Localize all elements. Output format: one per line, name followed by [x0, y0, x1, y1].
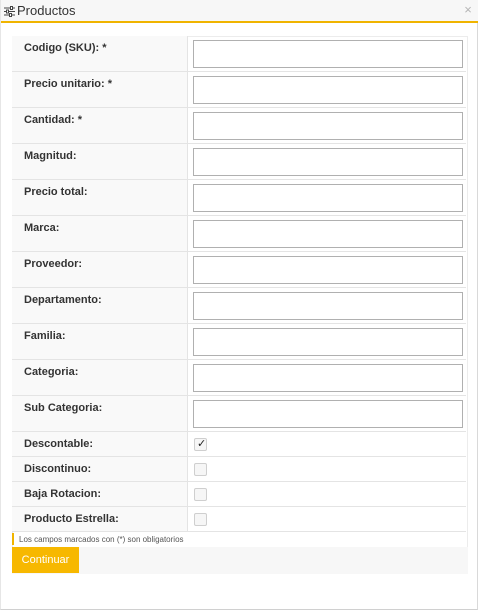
- label-cell: Magnitud:: [12, 144, 188, 179]
- label-cell: Descontable:: [12, 432, 188, 456]
- checkbox-label: Baja Rotacion:: [24, 488, 102, 500]
- label-cell: Precio total:: [12, 180, 188, 215]
- form-row: Familia:: [12, 324, 466, 360]
- field-label: Departamento:: [24, 294, 102, 306]
- text-field[interactable]: [193, 112, 463, 140]
- label-cell: Familia:: [12, 324, 188, 359]
- form-row: Precio total:: [12, 180, 466, 216]
- field-label: Proveedor:: [24, 258, 83, 270]
- field-label: Cantidad: *: [24, 114, 83, 126]
- continue-button[interactable]: Continuar: [12, 547, 79, 573]
- sliders-icon: [4, 6, 15, 17]
- form-row: Codigo (SKU): *: [12, 36, 466, 72]
- field-label: Codigo (SKU): *: [24, 42, 107, 54]
- label-cell: Producto Estrella:: [12, 507, 188, 531]
- checkbox[interactable]: [194, 463, 207, 476]
- text-field[interactable]: [193, 292, 463, 320]
- text-field[interactable]: [193, 40, 463, 68]
- label-cell: Codigo (SKU): *: [12, 36, 188, 71]
- form-row: Magnitud:: [12, 144, 466, 180]
- field-label: Magnitud:: [24, 150, 77, 162]
- form-row: Precio unitario: *: [12, 72, 466, 108]
- form-row: Marca:: [12, 216, 466, 252]
- form-row: Departamento:: [12, 288, 466, 324]
- label-cell: Cantidad: *: [12, 108, 188, 143]
- text-field[interactable]: [193, 400, 463, 428]
- text-field[interactable]: [193, 184, 463, 212]
- dialog-titlebar: Productos ×: [1, 0, 478, 23]
- checkbox-row: Discontinuo:: [12, 457, 466, 482]
- form-row: Cantidad: *: [12, 108, 466, 144]
- label-cell: Categoria:: [12, 360, 188, 395]
- text-field[interactable]: [193, 328, 463, 356]
- form-row: Sub Categoria:: [12, 396, 466, 432]
- checkbox-label: Discontinuo:: [24, 463, 92, 475]
- checkbox-row: Producto Estrella:: [12, 507, 466, 532]
- label-cell: Marca:: [12, 216, 188, 251]
- text-field[interactable]: [193, 364, 463, 392]
- note-marker: [12, 533, 14, 545]
- checkbox[interactable]: [194, 488, 207, 501]
- button-bar: [12, 547, 468, 574]
- productos-dialog: Productos × Codigo (SKU): * Precio unitar…: [0, 0, 478, 610]
- label-cell: Proveedor:: [12, 252, 188, 287]
- dialog-title: Productos: [17, 3, 76, 18]
- field-label: Sub Categoria:: [24, 402, 103, 414]
- checkbox[interactable]: [194, 513, 207, 526]
- text-field[interactable]: [193, 76, 463, 104]
- field-label: Precio unitario: *: [24, 78, 113, 90]
- text-field[interactable]: [193, 220, 463, 248]
- label-cell: Sub Categoria:: [12, 396, 188, 431]
- text-field[interactable]: [193, 256, 463, 284]
- checkbox-row: Descontable: ✓: [12, 432, 466, 457]
- field-label: Precio total:: [24, 186, 88, 198]
- checkbox-label: Producto Estrella:: [24, 513, 119, 525]
- label-cell: Departamento:: [12, 288, 188, 323]
- text-field[interactable]: [193, 148, 463, 176]
- label-cell: Precio unitario: *: [12, 72, 188, 107]
- field-label: Categoria:: [24, 366, 79, 378]
- field-label: Marca:: [24, 222, 60, 234]
- form-row: Proveedor:: [12, 252, 466, 288]
- close-icon[interactable]: ×: [462, 3, 474, 17]
- checkmark-icon: ✓: [197, 438, 207, 450]
- form-row: Categoria:: [12, 360, 466, 396]
- label-cell: Discontinuo:: [12, 457, 188, 481]
- field-label: Familia:: [24, 330, 66, 342]
- required-note: Los campos marcados con (*) son obligato…: [19, 535, 184, 544]
- checkbox-row: Baja Rotacion:: [12, 482, 466, 507]
- checkbox-label: Descontable:: [24, 438, 94, 450]
- label-cell: Baja Rotacion:: [12, 482, 188, 506]
- checkbox[interactable]: ✓: [194, 438, 207, 451]
